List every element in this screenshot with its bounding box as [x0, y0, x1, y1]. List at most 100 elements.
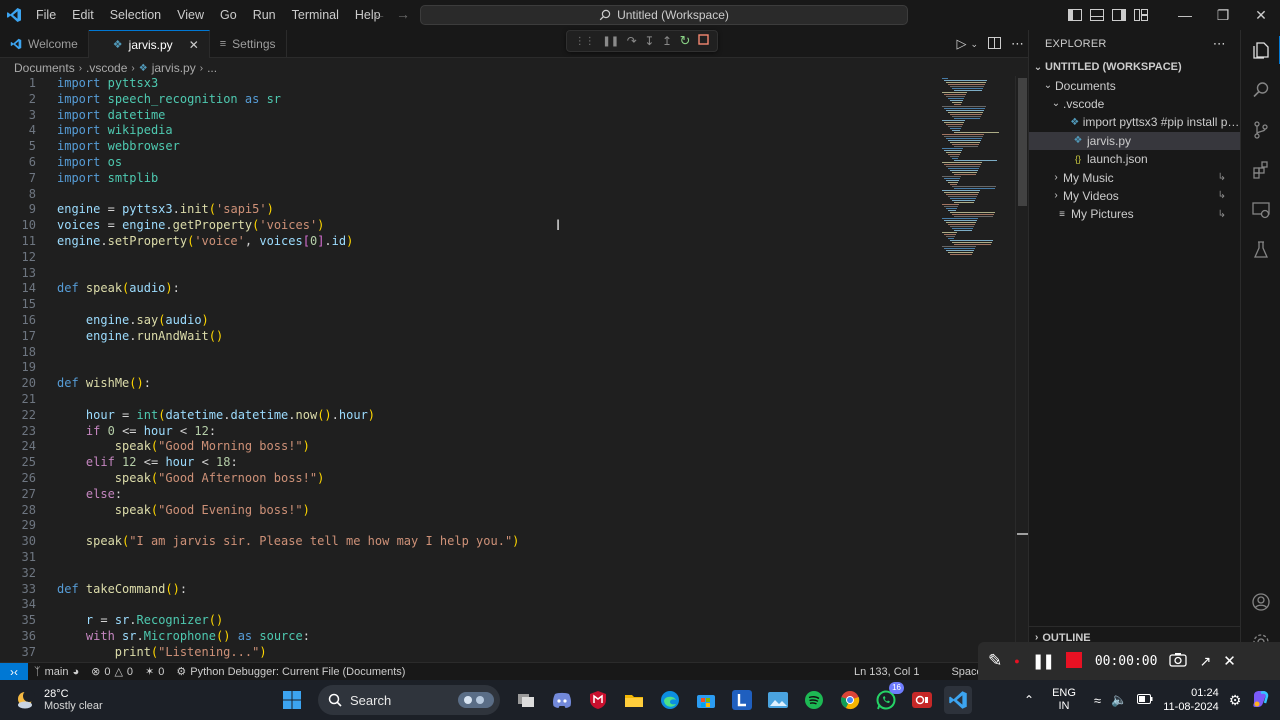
back-arrow-icon[interactable]: ← — [372, 6, 386, 22]
code-line[interactable]: 32 — [0, 566, 1015, 582]
menu-edit[interactable]: Edit — [64, 0, 102, 30]
expand-icon[interactable]: ↗ — [1199, 653, 1211, 670]
copilot-icon[interactable] — [1251, 689, 1271, 712]
code-line[interactable]: 15 — [0, 297, 1015, 313]
code-line[interactable]: 27 else: — [0, 487, 1015, 503]
code-line[interactable]: 36 with sr.Microphone() as source: — [0, 629, 1015, 645]
forward-arrow-icon[interactable]: → — [396, 6, 410, 22]
minimap[interactable] — [936, 76, 1002, 257]
menu-selection[interactable]: Selection — [102, 0, 169, 30]
code-line[interactable]: 25 elif 12 <= hour < 18: — [0, 455, 1015, 471]
search-icon[interactable] — [1241, 70, 1280, 110]
code-line[interactable]: 29 — [0, 518, 1015, 534]
photos-icon[interactable] — [764, 686, 792, 714]
code-line[interactable]: 22 hour = int(datetime.datetime.now().ho… — [0, 408, 1015, 424]
pause-icon[interactable]: ❚❚ — [602, 36, 619, 47]
code-line[interactable]: 23 if 0 <= hour < 12: — [0, 424, 1015, 440]
breadcrumb-documents[interactable]: Documents — [14, 61, 75, 75]
ports-indicator[interactable]: ✶ 0 — [139, 665, 170, 679]
code-line[interactable]: 4 import wikipedia — [0, 123, 1015, 139]
step-into-icon[interactable]: ↧ — [644, 34, 654, 48]
accounts-icon[interactable] — [1241, 582, 1280, 622]
volume-icon[interactable]: 🔈 — [1111, 692, 1127, 708]
code-line[interactable]: 7 import smtplib — [0, 171, 1015, 187]
discord-icon[interactable] — [548, 686, 576, 714]
debug-config[interactable]: ⚙ Python Debugger: Current File (Documen… — [170, 665, 411, 679]
menu-file[interactable]: File — [28, 0, 64, 30]
l-app-icon[interactable] — [728, 686, 756, 714]
clock[interactable]: 01:24 11-08-2024 — [1163, 686, 1218, 714]
explorer-files-icon[interactable] — [1241, 30, 1280, 70]
scrollbar-thumb[interactable] — [1018, 78, 1027, 206]
explorer-item[interactable]: › My Videos ↳ — [1029, 187, 1240, 205]
git-branch[interactable]: ᛉ main ◕ — [28, 666, 85, 678]
explorer-item[interactable]: › My Music ↳ — [1029, 168, 1240, 186]
code-line[interactable]: 10 voices = engine.getProperty('voices') — [0, 218, 1015, 234]
code-line[interactable]: 1 import pyttsx3 — [0, 76, 1015, 92]
split-editor-icon[interactable] — [988, 36, 1001, 52]
code-line[interactable]: 31 — [0, 550, 1015, 566]
minimize-icon[interactable]: — — [1166, 0, 1204, 30]
taskbar-search[interactable]: Search — [318, 685, 500, 715]
code-line[interactable]: 20 def wishMe(): — [0, 376, 1015, 392]
close-recorder-icon[interactable]: ✕ — [1223, 652, 1236, 670]
battery-icon[interactable] — [1137, 693, 1153, 707]
stop-icon[interactable] — [698, 34, 709, 48]
toggle-secondary-sidebar-icon[interactable] — [1108, 0, 1130, 30]
explorer-item[interactable]: ❖import pyttsx3 #pip install pyttsx3... — [1029, 113, 1240, 131]
edge-browser-icon[interactable] — [656, 686, 684, 714]
windows-start-icon[interactable] — [278, 686, 306, 714]
run-dropdown-chevron-icon[interactable]: ⌄ — [970, 39, 978, 50]
weather-widget[interactable]: 28°C Mostly clear — [14, 680, 103, 720]
testing-flask-icon[interactable] — [1241, 230, 1280, 270]
file-explorer-icon[interactable] — [620, 686, 648, 714]
breadcrumb-jarvis-py[interactable]: jarvis.py — [152, 61, 196, 75]
chevron-up-icon[interactable]: ⌃ — [1024, 693, 1034, 707]
close-icon[interactable]: ✕ — [1242, 0, 1280, 30]
tab-settings[interactable]: ≡ Settings — [210, 30, 287, 58]
code-line[interactable]: 26 speak("Good Afternoon boss!") — [0, 471, 1015, 487]
code-line[interactable]: 17 engine.runAndWait() — [0, 329, 1015, 345]
remote-indicator-icon[interactable]: ›‹ — [0, 662, 28, 681]
pause-recording-icon[interactable]: ❚❚ — [1032, 652, 1055, 670]
customize-layout-icon[interactable] — [1130, 0, 1152, 30]
explorer-item[interactable]: ❖ jarvis.py — [1029, 131, 1240, 150]
code-line[interactable]: 12 — [0, 250, 1015, 266]
tab-jarvis-py[interactable]: ❖ jarvis.py ✕ — [88, 30, 210, 58]
code-line[interactable]: 5 import webbrowser — [0, 139, 1015, 155]
spotify-icon[interactable] — [800, 686, 828, 714]
breadcrumb-vscode[interactable]: .vscode — [86, 61, 127, 75]
workspace-header[interactable]: ⌄ UNTITLED (WORKSPACE) — [1029, 58, 1240, 76]
explorer-item[interactable]: ⌄ .vscode — [1029, 95, 1240, 113]
drag-handle-icon[interactable]: ⋮⋮ — [575, 36, 595, 47]
step-over-icon[interactable]: ↷ — [627, 34, 637, 48]
breadcrumb-symbols[interactable]: ... — [207, 61, 217, 75]
code-line[interactable]: 6 import os — [0, 155, 1015, 171]
microsoft-store-icon[interactable] — [692, 686, 720, 714]
restart-icon[interactable]: ↻ — [680, 33, 691, 49]
explorer-item[interactable]: {} launch.json — [1029, 150, 1240, 168]
chrome-icon[interactable] — [836, 686, 864, 714]
vscode-taskbar-icon[interactable] — [944, 686, 972, 714]
code-line[interactable]: 28 speak("Good Evening boss!") — [0, 503, 1015, 519]
menu-view[interactable]: View — [169, 0, 212, 30]
screen-recorder-app-icon[interactable] — [908, 686, 936, 714]
more-actions-icon[interactable]: ⋯ — [1011, 36, 1024, 52]
more-actions-icon[interactable]: ⋯ — [1213, 36, 1226, 52]
code-line[interactable]: 16 engine.say(audio) — [0, 313, 1015, 329]
code-line[interactable]: 34 — [0, 597, 1015, 613]
editor-scrollbar[interactable] — [1015, 76, 1028, 662]
explorer-item[interactable]: ≡ My Pictures ↳ — [1029, 205, 1240, 223]
pen-icon[interactable]: ✎ — [988, 651, 1002, 671]
code-line[interactable]: 14 def speak(audio): — [0, 281, 1015, 297]
toggle-panel-icon[interactable] — [1086, 0, 1108, 30]
explorer-item[interactable]: ⌄ Documents — [1029, 76, 1240, 94]
code-line[interactable]: 3 import datetime — [0, 108, 1015, 124]
whatsapp-icon[interactable]: 16 — [872, 682, 904, 714]
stop-recording-icon[interactable] — [1065, 651, 1083, 672]
run-icon[interactable]: ▷ — [956, 36, 966, 52]
remote-explorer-icon[interactable] — [1241, 190, 1280, 230]
extensions-icon[interactable] — [1241, 150, 1280, 190]
toggle-primary-sidebar-icon[interactable] — [1064, 0, 1086, 30]
code-line[interactable]: 9 engine = pyttsx3.init('sapi5') — [0, 202, 1015, 218]
